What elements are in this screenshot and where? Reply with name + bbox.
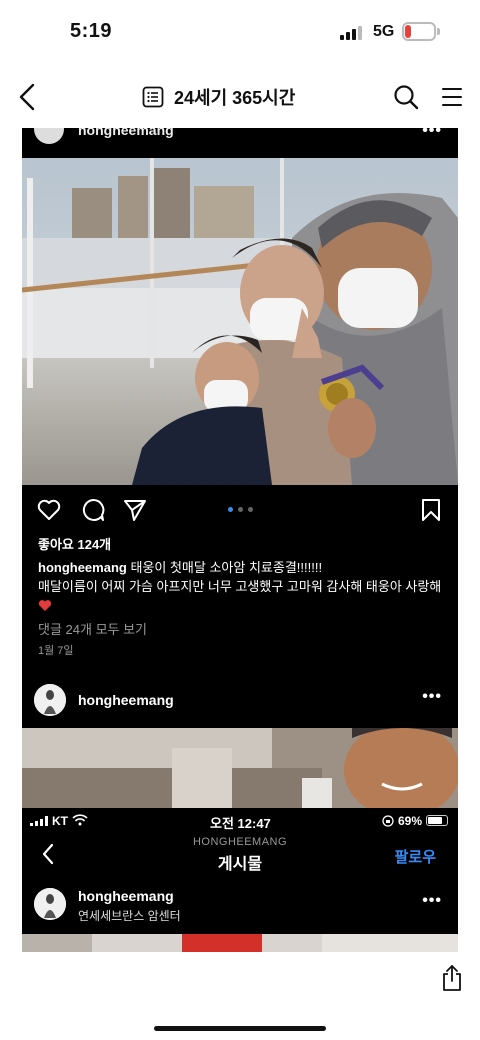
post-actions: [22, 493, 458, 529]
comment-icon[interactable]: [80, 497, 106, 523]
signal-icon: [30, 816, 48, 826]
avatar: [34, 684, 66, 716]
share-send-icon[interactable]: [122, 497, 148, 523]
avatar: [34, 888, 66, 920]
signal-icon: [340, 24, 362, 40]
post-username: hongheemang: [78, 128, 174, 138]
more-options-icon: •••: [422, 688, 442, 705]
post-caption: hongheemang 태웅이 첫매달 소아암 치료종결!!!!!!! 매달이름…: [38, 558, 448, 615]
inner-status-bar: KT 오전 12:47 69%: [22, 808, 458, 834]
post-photo-preview: [22, 934, 458, 952]
red-heart-emoji-icon: [38, 600, 52, 611]
heart-icon[interactable]: [36, 497, 62, 523]
avatar: [34, 128, 64, 144]
wifi-icon: [72, 814, 88, 826]
profile-username-header: HONGHEEMANG: [192, 836, 288, 848]
caption-text-line1: 태웅이 첫매달 소아암 치료종결!!!!!!!: [130, 560, 323, 575]
instagram-screenshot: hongheemang ••• 좋아요 124개 hongheemang 태웅이…: [22, 128, 458, 808]
home-indicator[interactable]: [154, 1026, 326, 1031]
album-title-group[interactable]: 24세기 365시간: [142, 84, 295, 110]
post-location: 연세세브란스 암센터: [78, 909, 181, 923]
lock-rotation-icon: [382, 815, 394, 827]
battery-level: 20: [412, 24, 426, 38]
menu-icon[interactable]: [441, 86, 463, 108]
battery-cap: [437, 28, 440, 35]
status-time: 5:19: [70, 20, 113, 42]
post-photo: [22, 158, 458, 485]
inner-battery-text: 69%: [398, 814, 423, 828]
status-bar: 5:19 5G 20: [0, 0, 480, 64]
battery-icon: [426, 815, 448, 826]
instagram-screenshot-2: KT 오전 12:47 69% HONGHEEMANG 게시물 팔로우 hong…: [22, 808, 458, 952]
carousel-indicator: [228, 507, 253, 512]
battery-icon: 20: [402, 22, 436, 41]
document-list-icon: [142, 86, 164, 108]
inner-time: 오전 12:47: [210, 816, 271, 831]
next-post-header: hongheemang •••: [22, 680, 458, 724]
more-options-icon: •••: [422, 892, 442, 909]
top-navigation: 24세기 365시간: [0, 64, 480, 128]
bottom-toolbar: [0, 952, 480, 1040]
back-icon[interactable]: [16, 82, 40, 112]
bookmark-icon[interactable]: [418, 497, 444, 523]
share-icon[interactable]: [440, 964, 464, 992]
carousel-dot: [238, 507, 243, 512]
network-type: 5G: [373, 23, 395, 40]
caption-username: hongheemang: [38, 560, 127, 575]
next-post-photo: [22, 728, 458, 808]
post-username: hongheemang: [78, 888, 174, 904]
caption-text-line2: 매달이름이 어찌 가슴 아프지만 너무 고생했구 고마워 감사해 태웅아 사랑해: [38, 579, 442, 594]
likes-count: 좋아요 124개: [38, 537, 112, 552]
page-title: 24세기 365시간: [174, 88, 296, 108]
carrier-name: KT: [52, 814, 68, 828]
carousel-dot: [248, 507, 253, 512]
posts-heading: 게시물: [217, 856, 263, 873]
post-username: hongheemang: [78, 692, 174, 708]
carousel-dot: [228, 507, 233, 512]
more-options-icon: •••: [422, 128, 442, 139]
search-icon[interactable]: [393, 84, 419, 110]
view-comments-link: 댓글 24개 모두 보기: [38, 622, 148, 637]
follow-button: 팔로우: [394, 849, 436, 866]
post-date: 1월 7일: [38, 645, 74, 657]
